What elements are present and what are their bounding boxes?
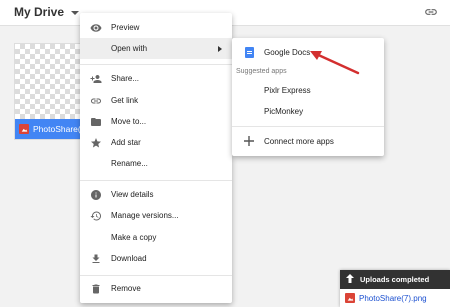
menu-item-manage-versions[interactable]: Manage versions... [80, 205, 232, 226]
uploads-header-label: Uploads completed [360, 275, 430, 284]
menu-item-open-with[interactable]: Open with [80, 38, 232, 59]
uploads-header[interactable]: Uploads completed [340, 270, 450, 289]
plus-icon [244, 136, 254, 146]
uploads-panel: Uploads completed PhotoShare(7).png [340, 270, 450, 307]
uploaded-file-name[interactable]: PhotoShare(7).png [359, 294, 427, 303]
menu-item-rename[interactable]: Rename... [80, 153, 232, 174]
trash-icon [90, 283, 102, 295]
menu-item-label: Open with [111, 44, 148, 53]
menu-item-label: Move to... [111, 117, 147, 126]
google-docs-icon [244, 46, 254, 58]
menu-divider [80, 64, 232, 65]
download-icon [90, 253, 102, 265]
star-icon [90, 137, 102, 149]
submenu-item-connect-apps[interactable]: Connect more apps [232, 131, 384, 151]
file-label: PhotoShare(7).png [15, 119, 85, 139]
image-icon [345, 293, 355, 303]
suggested-apps-heading: Suggested apps [236, 68, 287, 75]
menu-item-remove[interactable]: Remove [80, 278, 232, 299]
caret-down-icon [71, 10, 80, 15]
submenu-divider [232, 126, 384, 127]
menu-item-download[interactable]: Download [80, 248, 232, 269]
file-thumbnail [15, 44, 85, 121]
menu-item-label: Share... [111, 74, 140, 83]
menu-item-label: Get link [111, 96, 139, 105]
history-icon [90, 210, 102, 222]
menu-item-label: Rename... [111, 159, 148, 168]
submenu-item-label: Connect more apps [264, 136, 334, 146]
submenu-item-label: PicMonkey [264, 106, 304, 116]
drive-title-label: My Drive [14, 5, 65, 19]
file-name: PhotoShare(7).png [33, 124, 85, 134]
uploaded-file-row[interactable]: PhotoShare(7).png [340, 289, 450, 307]
menu-item-preview[interactable]: Preview [80, 17, 232, 38]
chevron-right-icon [218, 45, 222, 52]
person-add-icon [90, 73, 102, 85]
info-icon [90, 189, 102, 201]
link-icon[interactable] [424, 5, 438, 24]
folder-icon [90, 116, 102, 128]
menu-item-label: View details [111, 190, 154, 199]
context-menu: Preview Open with Share... Get link Move… [80, 13, 232, 303]
menu-item-label: Preview [111, 23, 140, 32]
file-tile[interactable]: PhotoShare(7).png [14, 43, 86, 140]
menu-item-get-link[interactable]: Get link [80, 90, 232, 111]
menu-divider [80, 275, 232, 276]
annotation-arrow-icon [310, 51, 360, 75]
menu-item-label: Download [111, 254, 147, 263]
submenu-item-label: Pixlr Express [264, 85, 311, 95]
submenu-item-pixlr-express[interactable]: Pixlr Express [232, 80, 384, 100]
menu-item-label: Manage versions... [111, 211, 179, 220]
submenu-item-picmonkey[interactable]: PicMonkey [232, 101, 384, 121]
link-icon [90, 95, 102, 107]
menu-item-label: Add star [111, 138, 141, 147]
my-drive-dropdown[interactable]: My Drive [14, 5, 80, 19]
eye-icon [90, 22, 102, 34]
menu-item-label: Make a copy [111, 233, 157, 242]
upload-arrow-icon [346, 274, 354, 285]
menu-item-move-to[interactable]: Move to... [80, 111, 232, 132]
menu-item-view-details[interactable]: View details [80, 184, 232, 205]
menu-item-add-star[interactable]: Add star [80, 132, 232, 153]
menu-item-make-copy[interactable]: Make a copy [80, 227, 232, 248]
image-icon [19, 124, 29, 134]
menu-item-label: Remove [111, 284, 141, 293]
menu-item-share[interactable]: Share... [80, 68, 232, 89]
menu-divider [80, 180, 232, 181]
